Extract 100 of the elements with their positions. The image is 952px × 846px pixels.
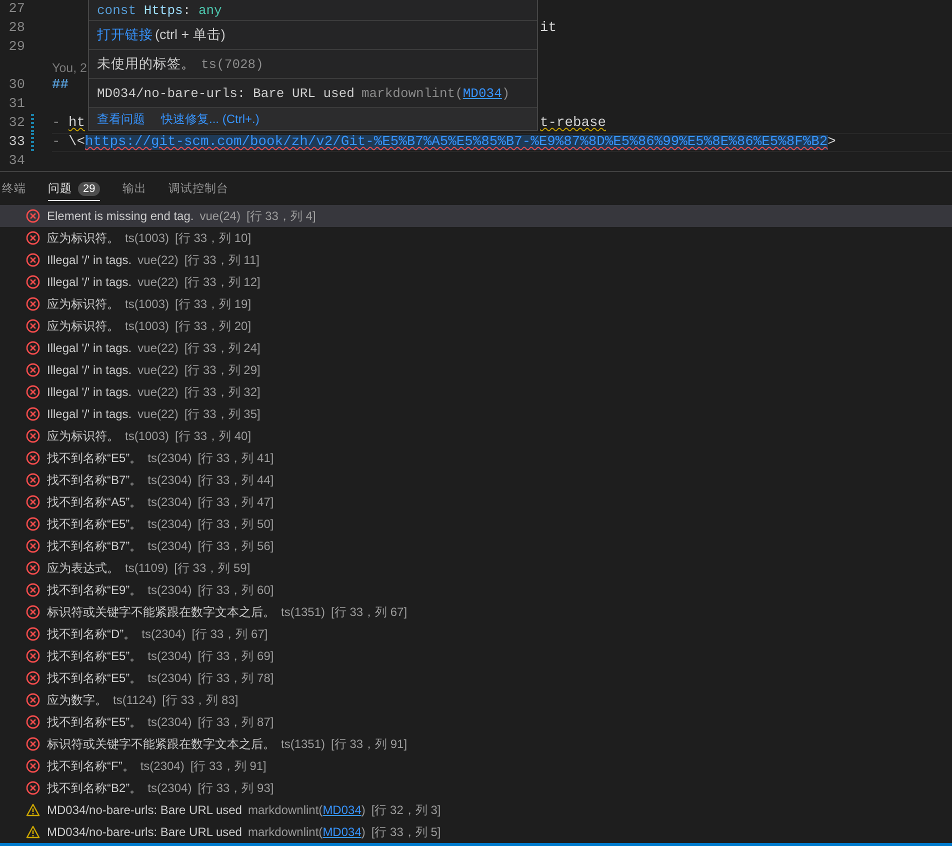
- line-number: 29: [8, 40, 25, 55]
- problem-row[interactable]: 应为数字。 ts(1124) [行 33，列 83]: [0, 689, 952, 711]
- problem-row[interactable]: 应为标识符。 ts(1003) [行 33，列 19]: [0, 293, 952, 315]
- problem-source: ts(1003): [125, 231, 170, 245]
- error-icon: [26, 649, 40, 663]
- error-icon: [26, 297, 40, 311]
- problem-row[interactable]: 应为标识符。 ts(1003) [行 33，列 10]: [0, 227, 952, 249]
- problem-row[interactable]: Illegal '/' in tags. vue(22) [行 33，列 12]: [0, 271, 952, 293]
- problem-source: ts(1124): [113, 693, 156, 707]
- problem-row[interactable]: MD034/no-bare-urls: Bare URL used markdownlint(MD034) [行 33，列 5]: [0, 821, 952, 843]
- problem-row[interactable]: 应为标识符。 ts(1003) [行 33，列 20]: [0, 315, 952, 337]
- rule-link[interactable]: MD034: [462, 86, 502, 100]
- problem-row[interactable]: Element is missing end tag. vue(24) [行 33，列 4]: [0, 205, 952, 227]
- problem-location: [行 33，列 44]: [198, 472, 274, 488]
- open-link[interactable]: 打开链接: [97, 26, 153, 44]
- problem-source: ts(1003): [125, 297, 170, 311]
- problem-row[interactable]: 找不到名称“E5”。 ts(2304) [行 33，列 50]: [0, 513, 952, 535]
- problem-source: ts(2304): [148, 539, 192, 553]
- panel-tab[interactable]: 调试控制台: [168, 176, 228, 200]
- problem-location: [行 33，列 67]: [192, 626, 268, 642]
- problem-source: ts(2304): [142, 627, 186, 641]
- problem-row[interactable]: 找不到名称“E5”。 ts(2304) [行 33，列 78]: [0, 667, 952, 689]
- problem-row[interactable]: 找不到名称“A5”。 ts(2304) [行 33，列 47]: [0, 491, 952, 513]
- problem-location: [行 33，列 93]: [198, 780, 274, 796]
- panel-tab[interactable]: 输出: [122, 176, 146, 200]
- problem-row[interactable]: 找不到名称“E5”。 ts(2304) [行 33，列 87]: [0, 711, 952, 733]
- problem-row[interactable]: Illegal '/' in tags. vue(22) [行 33，列 24]: [0, 337, 952, 359]
- problem-row[interactable]: 找不到名称“B7”。 ts(2304) [行 33，列 44]: [0, 469, 952, 491]
- problem-source: ts(2304): [148, 715, 192, 729]
- problem-location: [行 33，列 69]: [198, 648, 274, 664]
- problem-location: [行 33，列 60]: [198, 582, 274, 598]
- problem-row[interactable]: 应为表达式。 ts(1109) [行 33，列 59]: [0, 557, 952, 579]
- problem-location: [行 33，列 24]: [184, 340, 260, 356]
- problem-location: [行 33，列 12]: [184, 274, 260, 290]
- problem-row[interactable]: Illegal '/' in tags. vue(22) [行 33，列 32]: [0, 381, 952, 403]
- error-icon: [26, 495, 40, 509]
- problem-source: ts(2304): [148, 473, 192, 487]
- code-text: -: [52, 135, 62, 150]
- problem-row[interactable]: 标识符或关键字不能紧跟在数字文本之后。 ts(1351) [行 33，列 67]: [0, 601, 952, 623]
- problem-message: 应为标识符。: [47, 296, 119, 312]
- problem-row[interactable]: 找不到名称“E5”。 ts(2304) [行 33，列 69]: [0, 645, 952, 667]
- problem-message: 应为标识符。: [47, 428, 119, 444]
- problem-location: [行 33，列 10]: [175, 230, 252, 246]
- problem-source: ts(1003): [125, 429, 170, 443]
- problem-row[interactable]: Illegal '/' in tags. vue(22) [行 33，列 29]: [0, 359, 952, 381]
- problem-source: vue(24): [200, 209, 240, 223]
- problem-row[interactable]: 找不到名称“E9”。 ts(2304) [行 33，列 60]: [0, 579, 952, 601]
- panel-tab[interactable]: 问题 29: [48, 176, 100, 200]
- error-icon: [26, 451, 40, 465]
- problem-source: ts(1351): [281, 605, 326, 619]
- action-link[interactable]: 查看问题: [97, 110, 145, 128]
- problem-location: [行 33，列 83]: [162, 692, 238, 708]
- action-link[interactable]: 快速修复... (Ctrl+.): [161, 110, 260, 128]
- problem-message: 应为标识符。: [47, 230, 119, 246]
- problem-row[interactable]: Illegal '/' in tags. vue(22) [行 33，列 11]: [0, 249, 952, 271]
- problem-source: ): [361, 803, 366, 817]
- problem-row[interactable]: 应为标识符。 ts(1003) [行 33，列 40]: [0, 425, 952, 447]
- problem-message: 找不到名称“E5”。: [47, 648, 142, 664]
- rule-link[interactable]: MD034: [322, 803, 362, 817]
- problem-message: 找不到名称“B2”。: [47, 780, 142, 796]
- problem-source: ts(2304): [148, 583, 192, 597]
- problem-location: [行 33，列 20]: [175, 318, 252, 334]
- problem-source: vue(22): [138, 385, 178, 399]
- url-link[interactable]: https://git-scm.com/book/zh/v2/Git-%E5%B7%A5%E5%85%B7-%E9%87%8D%E5%86%99%E5%8E%86%E5%8F%B2: [85, 135, 828, 150]
- problem-message: 标识符或关键字不能紧跟在数字文本之后。: [47, 736, 275, 752]
- problem-source: ts(2304): [148, 649, 192, 663]
- problem-source: ts(2304): [148, 671, 192, 685]
- problem-location: [行 33，列 91]: [331, 736, 408, 752]
- problem-row[interactable]: 找不到名称“B2”。 ts(2304) [行 33，列 93]: [0, 777, 952, 799]
- problem-location: [行 33，列 47]: [198, 494, 274, 510]
- problem-message: Illegal '/' in tags.: [47, 275, 132, 289]
- code-text: -: [52, 116, 62, 131]
- problem-row[interactable]: 找不到名称“B7”。 ts(2304) [行 33，列 56]: [0, 535, 952, 557]
- error-icon: [26, 209, 40, 223]
- error-icon: [26, 407, 40, 421]
- error-icon: [26, 737, 40, 751]
- diagnostic-source: ): [502, 86, 510, 100]
- diagnostic-message: MD034/no-bare-urls: Bare URL used: [97, 86, 354, 100]
- problem-message: 找不到名称“E5”。: [47, 670, 142, 686]
- problem-row[interactable]: 标识符或关键字不能紧跟在数字文本之后。 ts(1351) [行 33，列 91]: [0, 733, 952, 755]
- problem-source: ): [361, 825, 366, 839]
- problem-location: [行 33，列 59]: [174, 560, 250, 576]
- problem-location: [行 33，列 56]: [198, 538, 274, 554]
- error-icon: [26, 231, 40, 245]
- problem-source: vue(22): [138, 275, 178, 289]
- blame-annotation: You, 2: [52, 60, 87, 74]
- rule-link[interactable]: MD034: [322, 825, 362, 839]
- problem-message: Illegal '/' in tags.: [47, 385, 132, 399]
- problem-row[interactable]: 找不到名称“D”。 ts(2304) [行 33，列 67]: [0, 623, 952, 645]
- problem-row[interactable]: MD034/no-bare-urls: Bare URL used markdownlint(MD034) [行 32，列 3]: [0, 799, 952, 821]
- error-icon: [26, 341, 40, 355]
- error-icon: [26, 583, 40, 597]
- problem-message: 找不到名称“E9”。: [47, 582, 142, 598]
- error-icon: [26, 473, 40, 487]
- error-icon: [26, 561, 40, 575]
- panel-tab[interactable]: 终端: [2, 176, 26, 200]
- problem-row[interactable]: 找不到名称“E5”。 ts(2304) [行 33，列 41]: [0, 447, 952, 469]
- code-text: ht: [68, 116, 86, 131]
- problem-row[interactable]: Illegal '/' in tags. vue(22) [行 33，列 35]: [0, 403, 952, 425]
- problem-row[interactable]: 找不到名称“F”。 ts(2304) [行 33，列 91]: [0, 755, 952, 777]
